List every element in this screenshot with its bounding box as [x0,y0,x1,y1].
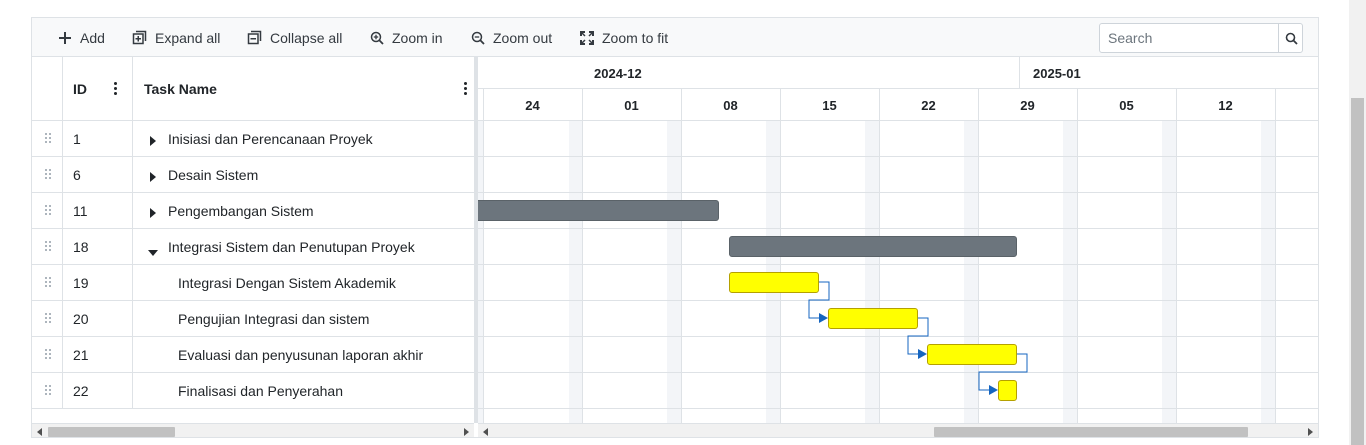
task-name-cell: Inisiasi dan Perencanaan Proyek [168,131,373,147]
table-row[interactable]: 22 Finalisasi dan Penyerahan [32,373,474,409]
column-header-task-name[interactable]: Task Name [144,81,217,97]
collapse-caret-icon[interactable] [148,243,158,261]
collapse-all-button[interactable]: Collapse all [247,18,342,57]
table-row[interactable]: 1 Inisiasi dan Perencanaan Proyek [32,121,474,157]
task-name-cell: Integrasi Dengan Sistem Akademik [178,275,396,291]
collapse-all-icon [247,30,262,45]
timeline: 2024-12 2025-01 240108152229051219 [478,57,1318,423]
zoom-to-fit-icon [580,30,594,45]
scroll-right-arrow-icon[interactable] [1305,427,1315,437]
task-name-cell: Evaluasi dan penyusunan laporan akhir [178,347,424,363]
scroll-left-arrow-icon[interactable] [35,427,45,437]
id-column-menu-icon[interactable] [113,82,117,96]
scroll-left-arrow-icon[interactable] [481,427,491,437]
drag-handle-icon[interactable] [45,385,51,396]
add-button[interactable]: Add [58,18,105,57]
expand-caret-icon[interactable] [150,169,156,187]
search-input[interactable] [1100,24,1278,52]
expand-all-button[interactable]: Expand all [132,18,220,57]
drag-handle-icon[interactable] [45,349,51,360]
dependency-arrow-icon [989,385,998,395]
expand-all-label: Expand all [155,29,221,46]
task-name-cell: Finalisasi dan Penyerahan [178,383,343,399]
collapse-all-label: Collapse all [270,29,343,46]
expand-caret-icon[interactable] [150,205,156,223]
zoom-in-label: Zoom in [392,29,443,46]
expand-caret-icon[interactable] [150,133,156,151]
drag-handle-icon[interactable] [45,169,51,180]
task-id-cell: 21 [73,347,89,363]
zoom-to-fit-button[interactable]: Zoom to fit [580,18,668,57]
task-name-cell: Pengujian Integrasi dan sistem [178,311,370,327]
drag-handle-icon[interactable] [45,133,51,144]
search-icon [1285,32,1298,45]
task-id-cell: 1 [73,131,81,147]
task-id-cell: 6 [73,167,81,183]
search-button[interactable] [1278,24,1303,52]
drag-handle-icon[interactable] [45,205,51,216]
plus-icon [59,31,71,44]
table-row[interactable]: 20 Pengujian Integrasi dan sistem [32,301,474,337]
timeline-horizontal-scrollbar[interactable] [478,423,1318,437]
task-name-cell: Integrasi Sistem dan Penutupan Proyek [168,239,415,255]
toolbar: Add Expand all Collapse all Zoom in Zoom… [32,18,1318,57]
task-name-cell: Pengembangan Sistem [168,203,314,219]
task-name-column-menu-icon[interactable] [463,82,467,96]
drag-handle-icon[interactable] [45,277,51,288]
table-row[interactable]: 18 Integrasi Sistem dan Penutupan Proyek [32,229,474,265]
column-header-id[interactable]: ID [73,81,87,97]
drag-handle-icon[interactable] [45,241,51,252]
zoom-to-fit-label: Zoom to fit [602,29,669,46]
dependency-arrow-icon [918,349,927,359]
table-row[interactable]: 6 Desain Sistem [32,157,474,193]
page-vertical-scrollbar[interactable] [1349,0,1366,445]
task-grid: ID Task Name 1 Inisiasi dan Perencanaan P… [32,57,474,423]
expand-all-icon [132,30,147,45]
task-name-cell: Desain Sistem [168,167,259,183]
add-label: Add [80,29,105,46]
dependency-line [808,281,830,319]
grid-scroll-thumb[interactable] [48,427,175,437]
table-row[interactable]: 11 Pengembangan Sistem [32,193,474,229]
search-box [1099,23,1303,53]
task-id-cell: 11 [73,203,88,219]
timeline-scroll-thumb[interactable] [934,427,1248,437]
table-row[interactable]: 21 Evaluasi dan penyusunan laporan akhir [32,337,474,373]
task-id-cell: 19 [73,275,89,291]
zoom-in-button[interactable]: Zoom in [370,18,443,57]
drag-handle-icon[interactable] [45,313,51,324]
grid-horizontal-scrollbar[interactable] [32,423,474,437]
task-id-cell: 22 [73,383,89,399]
table-row[interactable]: 19 Integrasi Dengan Sistem Akademik [32,265,474,301]
task-id-cell: 18 [73,239,89,255]
zoom-out-button[interactable]: Zoom out [471,18,552,57]
scroll-right-arrow-icon[interactable] [461,427,471,437]
zoom-out-icon [471,31,485,45]
zoom-in-icon [370,31,384,45]
gantt-chart: Add Expand all Collapse all Zoom in Zoom… [31,17,1319,438]
task-id-cell: 20 [73,311,89,327]
grid-header: ID Task Name [32,57,474,121]
dependency-arrow-icon [819,313,828,323]
dependency-line [907,317,929,355]
page-scroll-thumb[interactable] [1351,98,1364,445]
dependency-lines [808,281,1028,395]
dependency-line [978,353,1028,391]
zoom-out-label: Zoom out [493,29,553,46]
